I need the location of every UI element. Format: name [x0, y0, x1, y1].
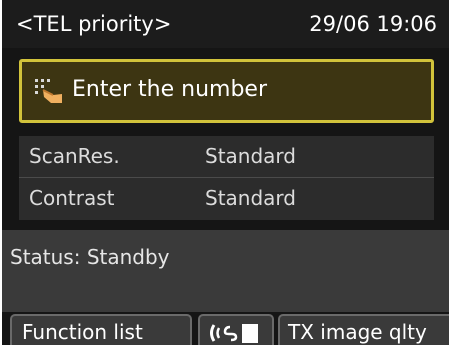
- setting-row-scan-resolution[interactable]: ScanRes. Standard: [19, 136, 434, 178]
- printer-lcd-screen: <TEL priority> 29/06 19:06 Enter the num…: [2, 0, 449, 345]
- date-time: 29/06 19:06: [309, 12, 437, 36]
- setting-value: Standard: [205, 186, 296, 210]
- softkey-bar: Function list TX image qlty: [2, 312, 449, 345]
- settings-list: ScanRes. Standard Contrast Standard: [19, 136, 434, 220]
- enter-number-label: Enter the number: [72, 77, 268, 102]
- status-area: Status: Standby: [2, 230, 449, 312]
- enter-number-button[interactable]: Enter the number: [19, 59, 434, 123]
- setting-name: Contrast: [29, 186, 115, 210]
- tx-image-quality-button[interactable]: TX image qlty: [278, 314, 449, 345]
- on-hook-button[interactable]: [198, 314, 274, 345]
- keypad-finger-icon: [34, 77, 64, 105]
- function-list-button[interactable]: Function list: [10, 314, 192, 345]
- setting-row-contrast[interactable]: Contrast Standard: [19, 178, 434, 219]
- setting-value: Standard: [205, 144, 296, 168]
- setting-name: ScanRes.: [29, 144, 120, 168]
- handset-document-icon: [210, 324, 258, 343]
- header-bar: <TEL priority> 29/06 19:06: [2, 0, 449, 48]
- mode-title: <TEL priority>: [16, 12, 172, 36]
- status-text: Status: Standby: [10, 245, 170, 269]
